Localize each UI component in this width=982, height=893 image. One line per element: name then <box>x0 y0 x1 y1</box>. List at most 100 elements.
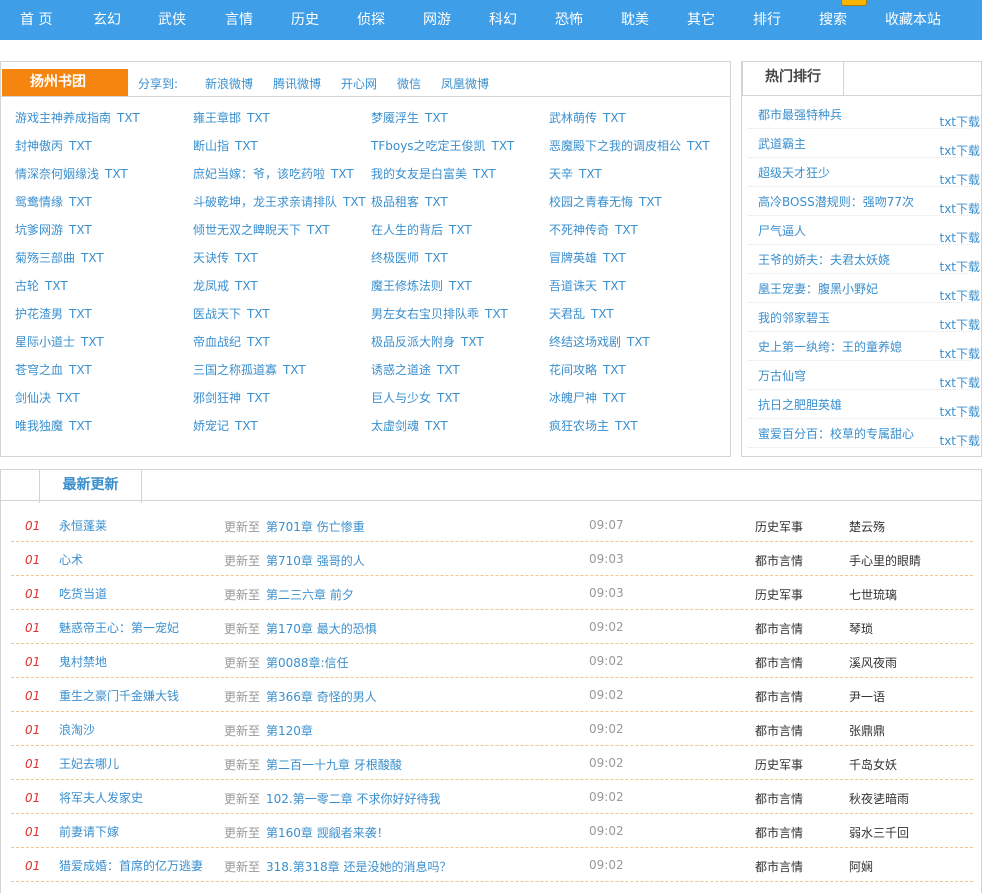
txt-download-link[interactable]: TXT <box>687 139 710 153</box>
book-title-link[interactable]: 鬼村禁地 <box>59 653 107 670</box>
book-title-link[interactable]: 三国之称孤道寡 <box>193 363 277 377</box>
txt-download-link[interactable]: TXT <box>591 307 614 321</box>
book-title-link[interactable]: 重生之豪门千金嫌大钱 <box>59 687 179 704</box>
chapter-link[interactable]: 第120章 <box>266 722 313 739</box>
book-title-link[interactable]: 吃货当道 <box>59 585 107 602</box>
rank-download-link[interactable]: txt下载 <box>939 229 980 246</box>
rank-download-link[interactable]: txt下载 <box>939 200 980 217</box>
book-title-link[interactable]: 帝血战纪 <box>193 335 241 349</box>
txt-download-link[interactable]: TXT <box>425 419 448 433</box>
nav-item-paihang[interactable]: 排行 <box>753 0 781 40</box>
book-title-link[interactable]: 男左女右宝贝排队乖 <box>371 307 479 321</box>
rank-download-link[interactable]: txt下载 <box>939 403 980 420</box>
book-title-link[interactable]: 断山指 <box>193 139 229 153</box>
book-title-link[interactable]: 庶妃当嫁：爷，该吃药啦 <box>193 167 325 181</box>
txt-download-link[interactable]: TXT <box>615 419 638 433</box>
txt-download-link[interactable]: TXT <box>81 335 104 349</box>
book-title-link[interactable]: 梦魇浮生 <box>371 111 419 125</box>
tab-latest-updates[interactable]: 最新更新 <box>39 469 142 503</box>
chapter-link[interactable]: 第二百一十九章 牙根酸酸 <box>266 756 402 773</box>
txt-download-link[interactable]: TXT <box>45 279 68 293</box>
rank-title-link[interactable]: 万古仙穹 <box>758 367 806 384</box>
nav-item-kehuan[interactable]: 科幻 <box>489 0 517 40</box>
book-title-link[interactable]: 古轮 <box>15 279 39 293</box>
txt-download-link[interactable]: TXT <box>603 111 626 125</box>
rank-title-link[interactable]: 武道霸主 <box>758 135 806 152</box>
rank-download-link[interactable]: txt下载 <box>939 287 980 304</box>
txt-download-link[interactable]: TXT <box>117 111 140 125</box>
book-title-link[interactable]: 校园之青春无悔 <box>549 195 633 209</box>
book-title-link[interactable]: 坑爹网游 <box>15 223 63 237</box>
txt-download-link[interactable]: TXT <box>461 335 484 349</box>
rank-download-link[interactable]: txt下载 <box>939 258 980 275</box>
book-title-link[interactable]: 魔王修炼法则 <box>371 279 443 293</box>
txt-download-link[interactable]: TXT <box>235 139 258 153</box>
txt-download-link[interactable]: TXT <box>69 363 92 377</box>
book-title-link[interactable]: 巨人与少女 <box>371 391 431 405</box>
txt-download-link[interactable]: TXT <box>235 279 258 293</box>
rank-download-link[interactable]: txt下载 <box>939 432 980 449</box>
book-title-link[interactable]: 浪淘沙 <box>59 721 95 738</box>
chapter-link[interactable]: 第710章 强哥的人 <box>266 552 365 569</box>
nav-item-xuanhuan[interactable]: 玄幻 <box>93 0 121 40</box>
rank-title-link[interactable]: 超级天才狂少 <box>758 164 830 181</box>
txt-download-link[interactable]: TXT <box>603 363 626 377</box>
chapter-link[interactable]: 第160章 觊觎者来袭！ <box>266 824 389 841</box>
book-title-link[interactable]: 游戏主神养成指南 <box>15 111 111 125</box>
txt-download-link[interactable]: TXT <box>247 307 270 321</box>
book-title-link[interactable]: 疯狂农场主 <box>549 419 609 433</box>
rank-title-link[interactable]: 蜜爱百分百：校草的专属甜心 <box>758 425 914 442</box>
book-title-link[interactable]: 雍王章邯 <box>193 111 241 125</box>
book-title-link[interactable]: 将军夫人发家史 <box>59 789 143 806</box>
book-title-link[interactable]: 情深奈何姻缘浅 <box>15 167 99 181</box>
nav-item-danmei[interactable]: 耽美 <box>621 0 649 40</box>
share-link-sina[interactable]: 新浪微博 <box>205 75 253 92</box>
book-title-link[interactable]: TFboys之吃定王俊凯 <box>371 139 486 153</box>
rank-title-link[interactable]: 尸气逼人 <box>758 222 806 239</box>
chapter-link[interactable]: 第701章 伤亡惨重 <box>266 518 365 535</box>
book-title-link[interactable]: 心术 <box>59 551 83 568</box>
book-title-link[interactable]: 医战天下 <box>193 307 241 321</box>
rank-download-link[interactable]: txt下载 <box>939 345 980 362</box>
book-title-link[interactable]: 不死神传奇 <box>549 223 609 237</box>
book-title-link[interactable]: 终极医师 <box>371 251 419 265</box>
txt-download-link[interactable]: TXT <box>235 419 258 433</box>
book-title-link[interactable]: 鸳鸯情缘 <box>15 195 63 209</box>
txt-download-link[interactable]: TXT <box>307 223 330 237</box>
nav-item-wuxia[interactable]: 武侠 <box>158 0 186 40</box>
rank-title-link[interactable]: 王爷的娇夫：夫君太妖娆 <box>758 251 890 268</box>
book-title-link[interactable]: 猎爱成婚：首席的亿万逃妻 <box>59 857 203 874</box>
nav-item-lishi[interactable]: 历史 <box>291 0 319 40</box>
txt-download-link[interactable]: TXT <box>437 391 460 405</box>
txt-download-link[interactable]: TXT <box>283 363 306 377</box>
txt-download-link[interactable]: TXT <box>639 195 662 209</box>
chapter-link[interactable]: 第二三六章 前夕 <box>266 586 354 603</box>
book-title-link[interactable]: 终结这场戏剧 <box>549 335 621 349</box>
share-link-tencent[interactable]: 腾讯微博 <box>273 75 321 92</box>
txt-download-link[interactable]: TXT <box>473 167 496 181</box>
book-title-link[interactable]: 魅惑帝王心：第一宠妃 <box>59 619 179 636</box>
rank-title-link[interactable]: 抗日之肥胆英雄 <box>758 396 842 413</box>
rank-download-link[interactable]: txt下载 <box>939 113 980 130</box>
share-link-fenghuang[interactable]: 凤凰微博 <box>441 75 489 92</box>
book-title-link[interactable]: 娇宠记 <box>193 419 229 433</box>
txt-download-link[interactable]: TXT <box>69 195 92 209</box>
chapter-link[interactable]: 第170章 最大的恐惧 <box>266 620 377 637</box>
txt-download-link[interactable]: TXT <box>247 335 270 349</box>
txt-download-link[interactable]: TXT <box>81 251 104 265</box>
nav-item-bookmark[interactable]: 收藏本站 <box>885 0 941 40</box>
book-title-link[interactable]: 前妻请下嫁 <box>59 823 119 840</box>
txt-download-link[interactable]: TXT <box>627 335 650 349</box>
book-title-link[interactable]: 天诀传 <box>193 251 229 265</box>
book-title-link[interactable]: 天君乱 <box>549 307 585 321</box>
txt-download-link[interactable]: TXT <box>69 223 92 237</box>
book-title-link[interactable]: 我的女友是白富美 <box>371 167 467 181</box>
book-title-link[interactable]: 永恒蓬莱 <box>59 517 107 534</box>
txt-download-link[interactable]: TXT <box>425 251 448 265</box>
share-link-kaixin[interactable]: 开心网 <box>341 75 377 92</box>
book-title-link[interactable]: 护花渣男 <box>15 307 63 321</box>
book-title-link[interactable]: 极品反派大附身 <box>371 335 455 349</box>
chapter-link[interactable]: 第366章 奇怪的男人 <box>266 688 377 705</box>
rank-title-link[interactable]: 高冷BOSS潜规则：强吻77次 <box>758 193 914 210</box>
book-title-link[interactable]: 封神傲丙 <box>15 139 63 153</box>
